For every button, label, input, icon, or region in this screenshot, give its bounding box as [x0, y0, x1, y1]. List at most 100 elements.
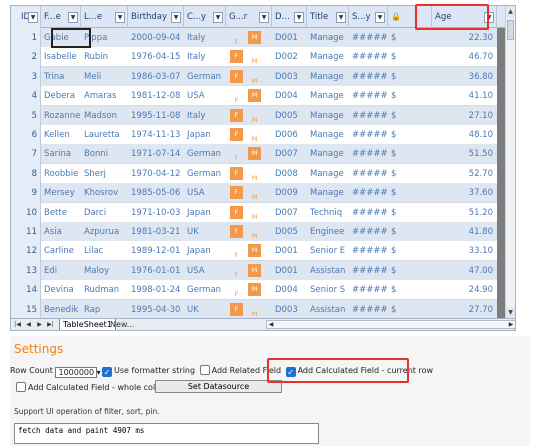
- column-header[interactable]: Title ▼: [307, 6, 349, 28]
- dept-cell[interactable]: D003: [272, 300, 307, 320]
- title-cell[interactable]: Manage: [307, 47, 349, 67]
- title-cell[interactable]: Manage: [307, 125, 349, 145]
- last-cell[interactable]: Azpurua: [81, 222, 128, 242]
- last-cell[interactable]: Sherj: [81, 164, 128, 184]
- salary-cell[interactable]: ######: [349, 67, 388, 87]
- dept-cell[interactable]: D006: [272, 125, 307, 145]
- sex-cell[interactable]: FM: [226, 241, 272, 261]
- sex-cell[interactable]: FM: [226, 203, 272, 223]
- sex-cell[interactable]: FM: [226, 164, 272, 184]
- row-header[interactable]: 5: [11, 105, 41, 126]
- last-cell[interactable]: Rudman: [81, 280, 128, 300]
- row-header[interactable]: 3: [11, 66, 41, 87]
- first-cell[interactable]: Roobbie: [41, 164, 81, 184]
- add-calc-whole-checkbox[interactable]: [16, 382, 26, 392]
- currency-cell[interactable]: $: [388, 164, 432, 184]
- filter-dropdown-icon[interactable]: ▼: [375, 12, 385, 23]
- filter-dropdown-icon[interactable]: ▼: [294, 12, 304, 23]
- sex-cell[interactable]: FM: [226, 125, 272, 145]
- salary-cell[interactable]: ######: [349, 144, 388, 164]
- currency-cell[interactable]: $: [388, 241, 432, 261]
- prev-sheet-icon[interactable]: ◀: [24, 319, 33, 330]
- birthday-cell[interactable]: 1970-04-12: [128, 164, 184, 184]
- last-cell[interactable]: Rap: [81, 300, 128, 320]
- last-sheet-icon[interactable]: ▶|: [46, 319, 55, 330]
- last-cell[interactable]: Maloy: [81, 261, 128, 281]
- add-related-checkbox[interactable]: [199, 365, 210, 375]
- currency-cell[interactable]: $: [388, 222, 432, 242]
- salary-cell[interactable]: ######: [349, 106, 388, 126]
- table-row[interactable]: 6 Kellen Lauretta 1974-11-13 Japan F M D006 Mana…: [11, 125, 507, 145]
- row-header[interactable]: 7: [11, 144, 41, 165]
- salary-cell[interactable]: ######: [349, 300, 388, 320]
- currency-cell[interactable]: $: [388, 47, 432, 67]
- first-cell[interactable]: Isabelle: [41, 47, 81, 67]
- country-cell[interactable]: German: [184, 164, 226, 184]
- sex-cell[interactable]: FM: [226, 280, 272, 300]
- row-header[interactable]: 1: [11, 28, 41, 48]
- filter-dropdown-icon[interactable]: ▼: [171, 12, 181, 23]
- filter-dropdown-icon[interactable]: ▼: [336, 12, 346, 23]
- age-cell[interactable]: 22.30: [432, 28, 497, 48]
- last-cell[interactable]: Rubin: [81, 47, 128, 67]
- title-cell[interactable]: Assistan: [307, 261, 349, 281]
- currency-cell[interactable]: $: [388, 300, 432, 320]
- output-textarea[interactable]: fetch data and paint 4907 ms: [14, 423, 319, 444]
- age-cell[interactable]: 52.70: [432, 164, 497, 184]
- birthday-cell[interactable]: 1989-12-01: [128, 241, 184, 261]
- last-cell[interactable]: Meli: [81, 67, 128, 87]
- first-cell[interactable]: Kellen: [41, 125, 81, 145]
- country-cell[interactable]: Italy: [184, 28, 226, 48]
- age-cell[interactable]: 37.60: [432, 183, 497, 203]
- currency-cell[interactable]: $: [388, 67, 432, 87]
- salary-cell[interactable]: ######: [349, 47, 388, 67]
- salary-cell[interactable]: ######: [349, 203, 388, 223]
- row-count-select[interactable]: 1000000 ▾: [55, 367, 101, 378]
- salary-cell[interactable]: ######: [349, 261, 388, 281]
- country-cell[interactable]: UK: [184, 222, 226, 242]
- birthday-cell[interactable]: 1981-03-21: [128, 222, 184, 242]
- row-header[interactable]: 14: [11, 280, 41, 301]
- column-header[interactable]: D... ▼: [272, 6, 307, 28]
- filter-dropdown-icon[interactable]: ▼: [213, 12, 223, 23]
- country-cell[interactable]: German: [184, 144, 226, 164]
- salary-cell[interactable]: ######: [349, 183, 388, 203]
- country-cell[interactable]: UK: [184, 300, 226, 320]
- age-cell[interactable]: 27.70: [432, 300, 497, 320]
- sex-cell[interactable]: FM: [226, 261, 272, 281]
- table-row[interactable]: 15 Benedik Rap 1995-04-30 UK F M D003 Assistan ##…: [11, 299, 507, 320]
- age-cell[interactable]: 27.10: [432, 106, 497, 126]
- next-sheet-icon[interactable]: ▶: [35, 319, 44, 330]
- row-header[interactable]: 13: [11, 260, 41, 281]
- set-datasource-button[interactable]: Set Datasource: [155, 380, 282, 393]
- table-row[interactable]: 9 Mersey Khosrov 1985-05-06 USA F M D009 Manage #…: [11, 183, 507, 204]
- dept-cell[interactable]: D004: [272, 280, 307, 300]
- sex-cell[interactable]: FM: [226, 106, 272, 126]
- dept-cell[interactable]: D008: [272, 164, 307, 184]
- country-cell[interactable]: Japan: [184, 241, 226, 261]
- row-header[interactable]: 9: [11, 183, 41, 204]
- first-cell[interactable]: Carline: [41, 241, 81, 261]
- column-header[interactable]: Birthday ▼: [128, 6, 184, 28]
- sex-cell[interactable]: FM: [226, 28, 272, 48]
- table-row[interactable]: 12 Carline Lilac 1989-12-01 Japan F M D001 Senio…: [11, 241, 507, 262]
- filter-dropdown-icon[interactable]: ▼: [28, 12, 38, 23]
- last-cell[interactable]: Madson: [81, 106, 128, 126]
- dept-cell[interactable]: D001: [272, 261, 307, 281]
- age-cell[interactable]: 36.80: [432, 67, 497, 87]
- title-cell[interactable]: Manage: [307, 164, 349, 184]
- row-header[interactable]: 4: [11, 86, 41, 107]
- salary-cell[interactable]: ######: [349, 241, 388, 261]
- title-cell[interactable]: Senior S: [307, 280, 349, 300]
- dept-cell[interactable]: D002: [272, 47, 307, 67]
- first-cell[interactable]: Edi: [41, 261, 81, 281]
- row-header[interactable]: 10: [11, 202, 41, 223]
- horizontal-scrollbar[interactable]: ◀ ▶: [266, 320, 515, 329]
- currency-cell[interactable]: $: [388, 125, 432, 145]
- title-cell[interactable]: Enginee: [307, 222, 349, 242]
- column-header[interactable]: F...e ▼: [41, 6, 81, 28]
- table-row[interactable]: 4 Debera Amaras 1981-12-08 USA F M D004 Manage ##…: [11, 86, 507, 107]
- salary-cell[interactable]: ######: [349, 164, 388, 184]
- birthday-cell[interactable]: 1985-05-06: [128, 183, 184, 203]
- birthday-cell[interactable]: 1974-11-13: [128, 125, 184, 145]
